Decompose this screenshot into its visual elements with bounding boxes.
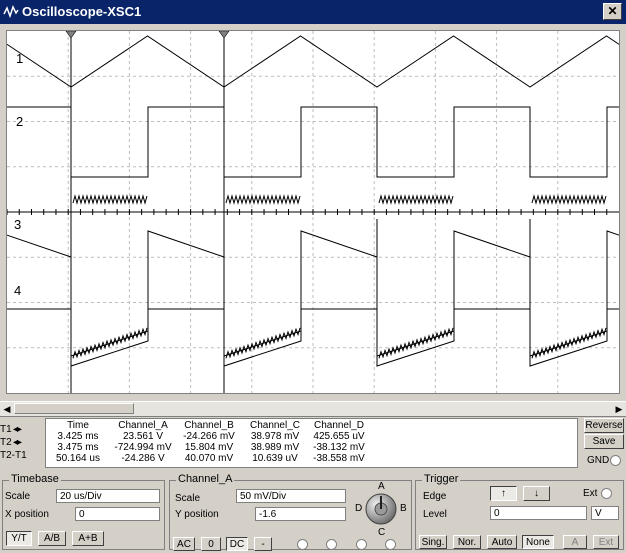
readout-cell: 50.164 us xyxy=(56,453,100,464)
invert-button[interactable]: - xyxy=(254,537,272,551)
readout-cell: -724.994 mV xyxy=(114,442,172,453)
zero-coupling-button[interactable]: 0 xyxy=(201,537,221,551)
cursor-t2-marker[interactable] xyxy=(218,30,230,39)
channel-2-ripple xyxy=(72,194,607,205)
cursor-labels: T1 ◂▸ T2 ◂▸ T2-T1 xyxy=(0,424,45,463)
channel-a-scale-field[interactable]: 50 mV/Div xyxy=(236,489,346,503)
a-plus-b-mode-button[interactable]: A+B xyxy=(72,531,104,546)
channel-3-label: 3 xyxy=(14,217,21,232)
readout-header: Channel_D xyxy=(313,420,365,431)
normal-trigger-button[interactable]: Nor. xyxy=(453,535,481,549)
cursor-t2-arrows-icon[interactable]: ◂▸ xyxy=(13,437,22,448)
readout-row: 50.164 us -24.286 V 40.070 mV 10.639 uV … xyxy=(46,453,370,464)
timebase-scale-label: Scale xyxy=(5,491,31,502)
cursor-t1-arrows-icon[interactable]: ◂▸ xyxy=(13,424,22,435)
title-bar: Oscilloscope-XSC1 ✕ xyxy=(0,0,626,24)
readout-row: 3.425 ms 23.561 V -24.266 mV 38.978 mV 4… xyxy=(46,431,370,442)
trigger-ext-button[interactable]: Ext xyxy=(593,535,619,549)
cursor-t2-label: T2 xyxy=(0,437,12,448)
readout-cell: 40.070 mV xyxy=(184,453,234,464)
readout-header-row: Time Channel_A Channel_B Channel_C Chann… xyxy=(46,420,370,431)
readout-cell: 15.804 mV xyxy=(184,442,234,453)
ac-coupling-button[interactable]: AC xyxy=(173,537,195,551)
readout-header: Channel_C xyxy=(249,420,301,431)
channel-radio-3[interactable] xyxy=(356,539,367,550)
channel-a-title: Channel_A xyxy=(176,473,235,485)
cursor-row-t1: T1 ◂▸ xyxy=(0,424,45,437)
close-button[interactable]: ✕ xyxy=(603,3,622,20)
gnd-radio[interactable] xyxy=(610,455,621,466)
waveform-display: 1 2 3 4 xyxy=(0,30,626,393)
channel-radio-4[interactable] xyxy=(385,539,396,550)
edge-label: Edge xyxy=(423,491,447,502)
readout-cell: 425.655 uV xyxy=(313,431,365,442)
knob-label-a: A xyxy=(378,481,385,492)
measurement-readout: Time Channel_A Channel_B Channel_C Chann… xyxy=(45,418,578,468)
readout-cell: 23.561 V xyxy=(122,431,164,442)
trigger-title: Trigger xyxy=(422,473,461,485)
scroll-thumb[interactable] xyxy=(14,403,134,414)
channel-1-label: 1 xyxy=(16,51,23,66)
channel-4-ripple xyxy=(72,327,607,359)
readout-cell: 10.639 uV xyxy=(252,453,298,464)
save-button[interactable]: Save xyxy=(584,434,624,449)
knob-label-b: B xyxy=(400,503,407,514)
readout-cell: -38.558 mV xyxy=(313,453,365,464)
yt-mode-button[interactable]: Y/T xyxy=(6,531,32,546)
reverse-button[interactable]: Reverse xyxy=(584,418,624,433)
trigger-source-a-button[interactable]: A xyxy=(563,535,587,549)
readout-cell: 3.425 ms xyxy=(57,431,99,442)
oscilloscope-screen: 1 2 3 4 xyxy=(0,30,626,394)
readout-table: Time Channel_A Channel_B Channel_C Chann… xyxy=(46,420,370,464)
ext-label: Ext xyxy=(583,488,598,499)
oscilloscope-icon xyxy=(3,5,19,19)
y-position-label: Y position xyxy=(175,509,219,520)
ext-radio[interactable] xyxy=(601,488,612,499)
timebase-title: Timebase xyxy=(9,473,61,485)
channel-radio-1[interactable] xyxy=(297,539,308,550)
channel-a-scale-label: Scale xyxy=(175,493,201,504)
y-position-field[interactable]: -1.6 xyxy=(255,507,346,521)
level-label: Level xyxy=(423,509,447,520)
channel-selector-knob-icon[interactable] xyxy=(364,492,398,526)
ab-mode-button[interactable]: A/B xyxy=(38,531,66,546)
readout-cell: 38.978 mV xyxy=(250,431,300,442)
none-trigger-button[interactable]: None xyxy=(522,535,554,549)
single-trigger-button[interactable]: Sing. xyxy=(419,535,447,549)
trigger-level-field[interactable]: 0 xyxy=(490,506,587,520)
readout-header: Channel_A xyxy=(118,420,168,431)
dc-coupling-button[interactable]: DC xyxy=(226,537,248,551)
knob-label-c: C xyxy=(378,527,386,538)
rising-edge-button[interactable]: ↑ xyxy=(490,486,517,501)
cursor-delta-label: T2-T1 xyxy=(0,450,27,461)
timebase-scale-field[interactable]: 20 us/Div xyxy=(56,489,160,503)
scroll-right-icon[interactable]: ▶ xyxy=(612,402,626,416)
trigger-level-unit[interactable]: V xyxy=(591,506,619,520)
readout-header: Time xyxy=(67,420,89,431)
cursor-t1-label: T1 xyxy=(0,424,12,435)
cursor-row-delta: T2-T1 xyxy=(0,450,45,463)
readout-cell: 38.989 mV xyxy=(250,442,300,453)
gnd-label: GND xyxy=(587,455,610,466)
auto-trigger-button[interactable]: Auto xyxy=(487,535,517,549)
x-position-field[interactable]: 0 xyxy=(75,507,160,521)
falling-edge-button[interactable]: ↓ xyxy=(523,486,550,501)
knob-label-d: D xyxy=(355,503,363,514)
channel-radio-2[interactable] xyxy=(326,539,337,550)
cursor-row-t2: T2 ◂▸ xyxy=(0,437,45,450)
cursor-t1-marker[interactable] xyxy=(65,30,77,39)
readout-cell: 3.475 ms xyxy=(57,442,99,453)
horizontal-scrollbar[interactable]: ◀ ▶ xyxy=(0,401,626,417)
x-position-label: X position xyxy=(5,509,49,520)
readout-cell: -38.132 mV xyxy=(313,442,365,453)
readout-header: Channel_B xyxy=(184,420,234,431)
readout-cell: -24.286 V xyxy=(121,453,165,464)
channel-4-label: 4 xyxy=(14,283,21,298)
readout-row: 3.475 ms -724.994 mV 15.804 mV 38.989 mV… xyxy=(46,442,370,453)
readout-cell: -24.266 mV xyxy=(183,431,235,442)
channel-2-label: 2 xyxy=(16,114,23,129)
scroll-left-icon[interactable]: ◀ xyxy=(0,402,14,416)
window-title: Oscilloscope-XSC1 xyxy=(22,4,142,19)
